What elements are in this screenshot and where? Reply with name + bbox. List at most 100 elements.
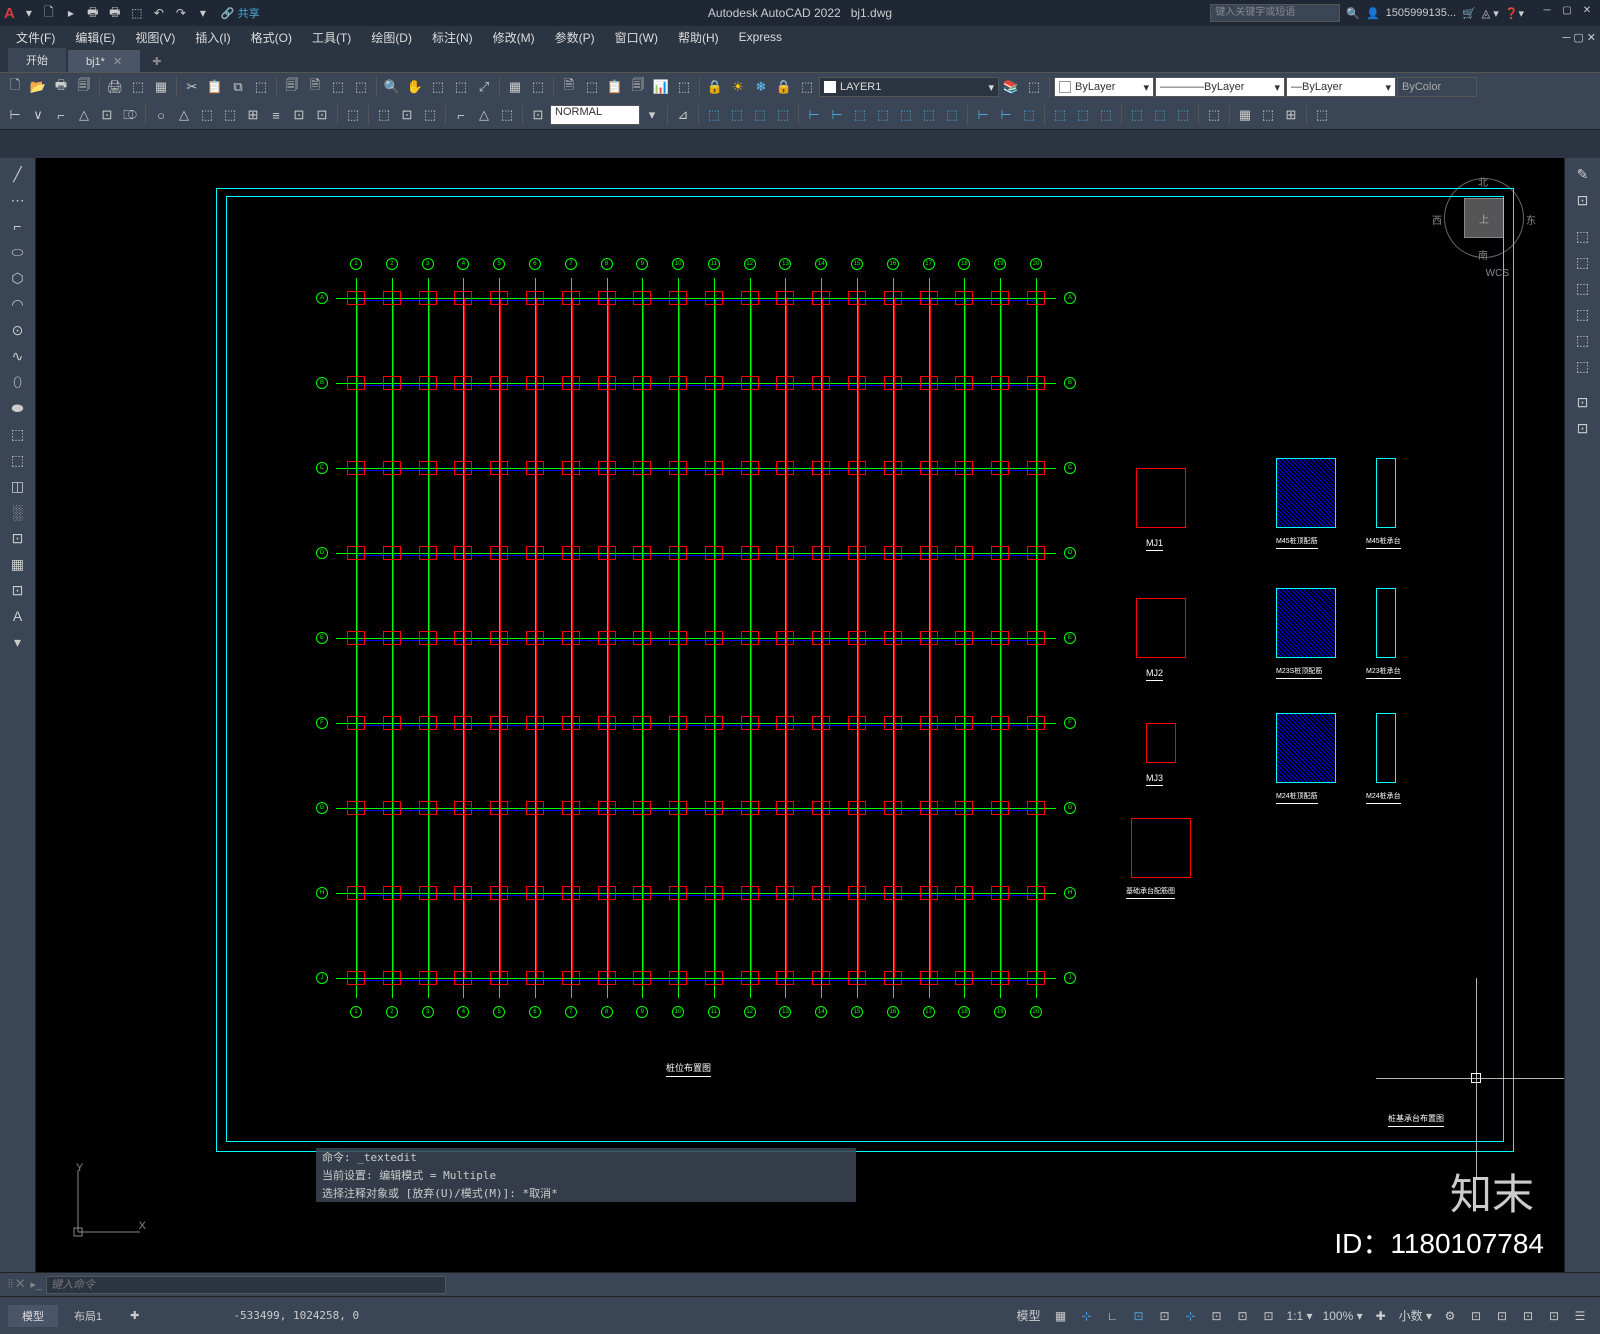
qat-save[interactable]: 🖶 <box>83 3 103 23</box>
tool-icon[interactable]: ⬚ <box>350 76 372 98</box>
tool-icon[interactable]: ⊞ <box>1280 104 1302 126</box>
text-icon[interactable]: A <box>4 604 32 628</box>
user-name[interactable]: 1505999135... <box>1386 7 1456 19</box>
arc-icon[interactable]: ◠ <box>4 292 32 316</box>
dim-linear-icon[interactable]: ⊢ <box>4 104 26 126</box>
layer-dropdown[interactable]: LAYER1 ▾ <box>819 77 999 97</box>
save-icon[interactable]: 🖶 <box>50 76 72 98</box>
tool-icon[interactable]: 🗐 <box>281 76 303 98</box>
tool-icon[interactable]: ⌐ <box>450 104 472 126</box>
tool-icon[interactable]: ⬚ <box>1569 354 1597 378</box>
preview-icon[interactable]: ⬚ <box>127 76 149 98</box>
make-block-icon[interactable]: ⬚ <box>4 448 32 472</box>
search-icon[interactable]: 🔍 <box>1346 7 1360 20</box>
polyline-icon[interactable]: ⌐ <box>4 214 32 238</box>
doc-window-controls[interactable]: ─ ▢ ✕ <box>1562 31 1596 44</box>
mtext-icon[interactable]: ⊡ <box>4 578 32 602</box>
new-icon[interactable]: 🗋 <box>4 76 26 98</box>
qat-more[interactable]: ▾ <box>193 3 213 23</box>
qat-redo[interactable]: ↷ <box>171 3 191 23</box>
menu-help[interactable]: 帮助(H) <box>670 27 727 48</box>
tool-icon[interactable]: 🗎 <box>558 76 580 98</box>
lineweight-icon[interactable]: ⊡ <box>1205 1304 1229 1328</box>
model-tab[interactable]: 模型 <box>8 1305 58 1327</box>
tool-icon[interactable]: ⬚ <box>196 104 218 126</box>
tab-add-button[interactable]: ✚ <box>142 51 171 72</box>
ellipse-arc-icon[interactable]: ⬬ <box>4 396 32 420</box>
plotstyle-dropdown[interactable]: ByColor <box>1397 77 1477 97</box>
tool-icon[interactable]: ⬚ <box>373 104 395 126</box>
tool-icon[interactable]: ≡ <box>265 104 287 126</box>
tool-icon[interactable]: ⬚ <box>1569 250 1597 274</box>
clean-icon[interactable]: ⊡ <box>1542 1304 1566 1328</box>
tool-icon[interactable]: ⊢ <box>995 104 1017 126</box>
tool-icon[interactable]: ⬚ <box>1569 328 1597 352</box>
tool-icon[interactable]: ⬚ <box>1126 104 1148 126</box>
tool-icon[interactable]: 🗐 <box>627 76 649 98</box>
snap-icon[interactable]: ⊹ <box>1075 1304 1099 1328</box>
paste-icon[interactable]: ⧉ <box>227 76 249 98</box>
menu-view[interactable]: 视图(V) <box>127 27 183 48</box>
tool-icon[interactable]: ⬚ <box>1311 104 1333 126</box>
tool-icon[interactable]: ▦ <box>504 76 526 98</box>
monitor-icon[interactable]: ⊡ <box>1464 1304 1488 1328</box>
copy-icon[interactable]: 📋 <box>204 76 226 98</box>
color-dropdown[interactable]: ByLayer▾ <box>1054 77 1154 97</box>
help-search[interactable]: 键入关键字或短语 <box>1210 4 1340 22</box>
point-icon[interactable]: ◫ <box>4 474 32 498</box>
isolate-icon[interactable]: ⊡ <box>1490 1304 1514 1328</box>
pan-icon[interactable]: ✋ <box>404 76 426 98</box>
menu-parametric[interactable]: 参数(P) <box>547 27 603 48</box>
qat-plot[interactable]: ⬚ <box>127 3 147 23</box>
tool-icon[interactable]: ⬚ <box>849 104 871 126</box>
polygon-icon[interactable]: ⬭ <box>4 240 32 264</box>
tool-icon[interactable]: ⊡ <box>1569 390 1597 414</box>
spline-icon[interactable]: ∿ <box>4 344 32 368</box>
insert-block-icon[interactable]: ⬚ <box>4 422 32 446</box>
rectangle-icon[interactable]: ⬡ <box>4 266 32 290</box>
tool-icon[interactable]: ⬚ <box>726 104 748 126</box>
open-icon[interactable]: 📂 <box>27 76 49 98</box>
tool-icon[interactable]: ⬚ <box>1569 276 1597 300</box>
dim-arc-icon[interactable]: △ <box>73 104 95 126</box>
tool-icon[interactable]: ⊢ <box>803 104 825 126</box>
tool-icon[interactable]: ⊢ <box>826 104 848 126</box>
table-icon[interactable]: ▦ <box>4 552 32 576</box>
circle-icon[interactable]: ⊙ <box>4 318 32 342</box>
menu-express[interactable]: Express <box>731 28 790 46</box>
tool-icon[interactable]: ⬚ <box>327 76 349 98</box>
tool-icon[interactable]: ⊡ <box>396 104 418 126</box>
tool-icon[interactable]: ⬚ <box>673 76 695 98</box>
layer-tool-icon[interactable]: 🔒 <box>773 76 795 98</box>
tool-icon[interactable]: ⬚ <box>1072 104 1094 126</box>
cmd-handle-icon[interactable]: ⦙⦙ ✕ <box>8 1278 24 1291</box>
apps-icon[interactable]: ◬ ▾ <box>1482 7 1499 20</box>
cart-icon[interactable]: 🛒 <box>1462 7 1476 20</box>
cycling-icon[interactable]: ⊡ <box>1257 1304 1281 1328</box>
region-icon[interactable]: ⊡ <box>4 526 32 550</box>
command-input[interactable] <box>46 1276 446 1294</box>
qat-new[interactable]: 🗋 <box>39 3 59 23</box>
tab-close-icon[interactable]: ✕ <box>113 56 122 68</box>
units[interactable]: 小数 ▾ <box>1395 1304 1436 1328</box>
minimize-button[interactable]: ─ <box>1538 5 1556 21</box>
hardware-icon[interactable]: ⊡ <box>1516 1304 1540 1328</box>
annotation-scale[interactable]: 1:1 ▾ <box>1283 1304 1317 1328</box>
tool-icon[interactable]: ⊢ <box>972 104 994 126</box>
customize-icon[interactable]: ☰ <box>1568 1304 1592 1328</box>
maximize-button[interactable]: ▢ <box>1558 5 1576 21</box>
tool-icon[interactable]: △ <box>473 104 495 126</box>
menu-dimension[interactable]: 标注(N) <box>424 27 481 48</box>
hatch-icon[interactable]: ░ <box>4 500 32 524</box>
more-icon[interactable]: ▾ <box>4 630 32 654</box>
tool-icon[interactable]: ⬚ <box>918 104 940 126</box>
dim-aligned-icon[interactable]: ∨ <box>27 104 49 126</box>
tool-icon[interactable]: ⊡ <box>1569 188 1597 212</box>
tool-icon[interactable]: ✎ <box>1569 162 1597 186</box>
tool-icon[interactable]: ⬚ <box>450 76 472 98</box>
close-button[interactable]: ✕ <box>1578 5 1596 21</box>
tool-icon[interactable]: ▦ <box>1234 104 1256 126</box>
menu-format[interactable]: 格式(O) <box>243 27 300 48</box>
tool-icon[interactable]: △ <box>173 104 195 126</box>
menu-insert[interactable]: 插入(I) <box>187 27 238 48</box>
